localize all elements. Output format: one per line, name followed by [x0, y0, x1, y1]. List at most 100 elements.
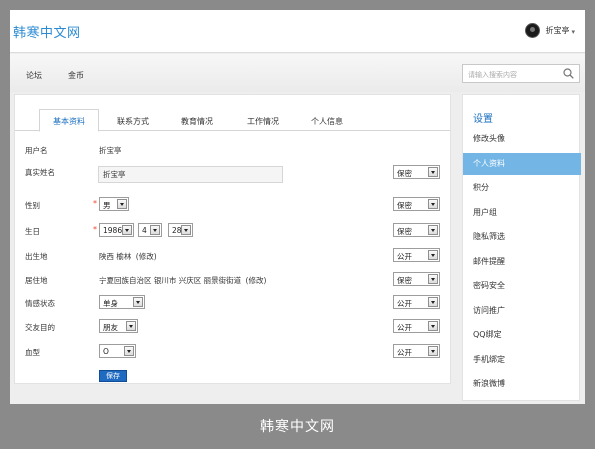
- save-button[interactable]: 保存: [99, 370, 127, 382]
- birthplace-label: 出生地: [25, 252, 48, 261]
- chevron-down-icon[interactable]: [428, 167, 438, 177]
- birthplace-value: 陕西 榆林 (修改): [99, 251, 157, 262]
- bloodtype-value: O: [103, 347, 109, 356]
- chevron-down-icon[interactable]: [126, 321, 136, 331]
- profile-panel: 基本资料 联系方式 教育情况 工作情况 个人信息 用户名 折宝亭 真实姓名 保密…: [14, 94, 451, 384]
- realname-privacy-value: 保密: [397, 169, 412, 178]
- bloodtype-privacy-select[interactable]: 公开: [393, 344, 440, 358]
- birthplace-privacy-select[interactable]: 公开: [393, 248, 440, 262]
- required-mark: *: [93, 225, 97, 234]
- search-icon[interactable]: [563, 68, 574, 79]
- gender-label: 性别: [25, 201, 40, 210]
- chevron-down-icon[interactable]: [117, 199, 127, 209]
- row-birthday: 生日 * 1986 4 28 保密: [15, 222, 450, 242]
- row-realname: 真实姓名 保密: [15, 161, 450, 183]
- nav-item-coins[interactable]: 金币: [68, 70, 84, 81]
- top-bar: 韩寒中文网 折宝亭 ▾: [10, 10, 585, 53]
- relationship-privacy-value: 公开: [397, 299, 412, 308]
- user-menu[interactable]: 折宝亭 ▾: [525, 23, 575, 38]
- chevron-down-icon[interactable]: ▾: [571, 28, 575, 36]
- chevron-down-icon[interactable]: [133, 297, 143, 307]
- sidebar-item-points[interactable]: 积分: [463, 177, 581, 199]
- sidebar-item-usergroup[interactable]: 用户组: [463, 202, 581, 224]
- birthplace-edit-link[interactable]: (修改): [136, 252, 157, 261]
- site-logo[interactable]: 韩寒中文网: [13, 22, 81, 41]
- chevron-down-icon[interactable]: [428, 346, 438, 356]
- purpose-select[interactable]: 朋友: [99, 319, 138, 333]
- sidebar-item-email[interactable]: 邮件提醒: [463, 251, 581, 273]
- tab-work[interactable]: 工作情况: [247, 116, 279, 127]
- row-bloodtype: 血型 O 公开: [15, 343, 450, 363]
- bloodtype-select[interactable]: O: [99, 344, 136, 358]
- sidebar-item-avatar[interactable]: 修改头像: [463, 128, 581, 150]
- birthday-privacy-select[interactable]: 保密: [393, 223, 440, 237]
- watermark-caption: 韩寒中文网: [260, 419, 335, 435]
- residence-privacy-select[interactable]: 保密: [393, 272, 440, 286]
- residence-edit-link[interactable]: (修改): [246, 276, 267, 285]
- residence-privacy-value: 保密: [397, 276, 412, 285]
- chevron-down-icon[interactable]: [428, 225, 438, 235]
- sidebar-item-qq[interactable]: QQ绑定: [463, 324, 581, 346]
- row-residence: 居住地 宁夏回族自治区 银川市 兴庆区 丽景街街道 (修改) 保密: [15, 271, 450, 291]
- tab-education[interactable]: 教育情况: [181, 116, 213, 127]
- purpose-label: 交友目的: [25, 323, 55, 332]
- birthday-label: 生日: [25, 227, 40, 236]
- sidebar-title: 设置: [473, 114, 493, 125]
- chevron-down-icon[interactable]: [428, 274, 438, 284]
- birthplace-privacy-value: 公开: [397, 252, 412, 261]
- bloodtype-label: 血型: [25, 348, 40, 357]
- sidebar-item-promotion[interactable]: 访问推广: [463, 300, 581, 322]
- sidebar-item-profile[interactable]: 个人资料: [463, 153, 581, 175]
- chevron-down-icon[interactable]: [122, 225, 132, 235]
- gender-select[interactable]: 男: [99, 197, 129, 211]
- sidebar-item-privacy[interactable]: 隐私筛选: [463, 226, 581, 248]
- chevron-down-icon[interactable]: [428, 321, 438, 331]
- chevron-down-icon[interactable]: [181, 225, 191, 235]
- birth-year-value: 1986: [103, 226, 123, 235]
- relationship-privacy-select[interactable]: 公开: [393, 295, 440, 309]
- purpose-privacy-select[interactable]: 公开: [393, 319, 440, 333]
- birth-month-value: 4: [142, 226, 147, 235]
- purpose-value: 朋友: [103, 323, 118, 332]
- birthplace-text: 陕西 榆林: [99, 252, 132, 261]
- settings-sidebar: 设置 修改头像 个人资料 积分 用户组 隐私筛选 邮件提醒 密码安全 访问推广 …: [462, 94, 581, 401]
- birth-year-select[interactable]: 1986: [99, 223, 134, 237]
- chevron-down-icon[interactable]: [428, 199, 438, 209]
- relationship-label: 情感状态: [25, 299, 55, 308]
- birth-month-select[interactable]: 4: [138, 223, 162, 237]
- username-value: 折宝亭: [99, 146, 122, 155]
- row-birthplace: 出生地 陕西 榆林 (修改) 公开: [15, 247, 450, 267]
- search-placeholder: 请输入搜索内容: [468, 71, 517, 79]
- chevron-down-icon[interactable]: [124, 346, 134, 356]
- search-input[interactable]: 请输入搜索内容: [462, 64, 580, 83]
- tab-bar: 基本资料 联系方式 教育情况 工作情况 个人信息: [15, 95, 450, 132]
- user-name[interactable]: 折宝亭: [545, 25, 569, 36]
- chevron-down-icon[interactable]: [428, 297, 438, 307]
- residence-label: 居住地: [25, 276, 48, 285]
- residence-text: 宁夏回族自治区 银川市 兴庆区 丽景街街道: [99, 276, 242, 285]
- purpose-privacy-value: 公开: [397, 323, 412, 332]
- sidebar-item-weibo[interactable]: 新浪微博: [463, 373, 581, 395]
- gender-privacy-value: 保密: [397, 201, 412, 210]
- tab-basic-info[interactable]: 基本资料: [39, 109, 99, 132]
- sidebar-item-mobile[interactable]: 手机绑定: [463, 349, 581, 371]
- sidebar-item-password[interactable]: 密码安全: [463, 275, 581, 297]
- relationship-select[interactable]: 单身: [99, 295, 145, 309]
- username-label: 用户名: [25, 146, 48, 155]
- gender-privacy-select[interactable]: 保密: [393, 197, 440, 211]
- gender-value: 男: [103, 201, 111, 210]
- realname-label: 真实姓名: [25, 168, 55, 177]
- chevron-down-icon[interactable]: [428, 250, 438, 260]
- required-mark: *: [93, 199, 97, 208]
- row-purpose: 交友目的 朋友 公开: [15, 318, 450, 338]
- nav-bar: 论坛 金币 请输入搜索内容: [10, 54, 585, 92]
- avatar[interactable]: [525, 23, 541, 38]
- birth-day-select[interactable]: 28: [168, 223, 193, 237]
- chevron-down-icon[interactable]: [150, 225, 160, 235]
- realname-privacy-select[interactable]: 保密: [393, 165, 440, 179]
- row-gender: 性别 * 男 保密: [15, 196, 450, 216]
- nav-item-forum[interactable]: 论坛: [26, 70, 42, 81]
- tab-contact[interactable]: 联系方式: [117, 116, 149, 127]
- realname-field[interactable]: [98, 166, 283, 183]
- tab-personal[interactable]: 个人信息: [311, 116, 343, 127]
